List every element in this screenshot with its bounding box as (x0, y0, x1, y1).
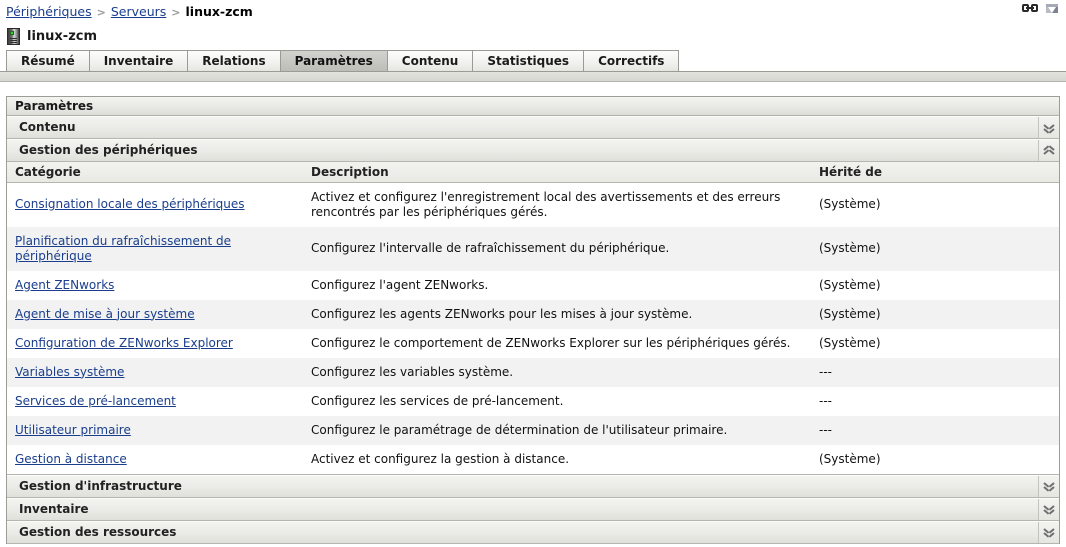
section-label: Gestion des ressources (7, 522, 1038, 543)
cell-inherited-from: (Système) (811, 227, 1059, 271)
breadcrumb: Périphériques > Serveurs > linux-zcm (6, 5, 253, 19)
column-header-description[interactable]: Description (303, 162, 811, 182)
category-link[interactable]: Planification du rafraîchissement de pér… (15, 234, 231, 263)
cell-category: Variables système (7, 358, 303, 387)
section-header-inventaire[interactable]: Inventaire (7, 498, 1059, 521)
chevron-double-up-icon[interactable] (1038, 140, 1059, 161)
page-title: linux-zcm (27, 29, 97, 44)
table-row: Gestion à distance Activez et configurez … (7, 445, 1059, 474)
category-link[interactable]: Variables système (15, 365, 124, 379)
table-row: Consignation locale des périphériques Act… (7, 182, 1059, 227)
table-row: Services de pré-lancement Configurez les … (7, 387, 1059, 416)
tab-statistiques[interactable]: Statistiques (472, 50, 584, 71)
cell-description: Configurez l'intervalle de rafraîchissem… (303, 227, 811, 271)
cell-category: Agent ZENworks (7, 271, 303, 300)
cell-category: Planification du rafraîchissement de pér… (7, 227, 303, 271)
column-header-inherited[interactable]: Hérité de (811, 162, 1059, 182)
section-header-gestion-dinfrastructure[interactable]: Gestion d'infrastructure (7, 475, 1059, 498)
cell-inherited-from: (Système) (811, 445, 1059, 474)
filter-dropdown-icon[interactable] (1046, 4, 1058, 13)
cell-inherited-from: (Système) (811, 182, 1059, 227)
cell-description: Configurez le comportement de ZENworks E… (303, 329, 811, 358)
section-header-contenu[interactable]: Contenu (7, 116, 1059, 139)
category-link[interactable]: Gestion à distance (15, 452, 127, 466)
header-icons (1022, 3, 1058, 13)
tab-inventaire[interactable]: Inventaire (89, 50, 189, 71)
chevron-double-down-icon[interactable] (1038, 117, 1059, 138)
chevron-double-down-icon[interactable] (1038, 499, 1059, 520)
cell-description: Configurez les variables système. (303, 358, 811, 387)
panel-title: Paramètres (7, 97, 1059, 116)
tab-correctifs[interactable]: Correctifs (583, 50, 679, 71)
cell-category: Configuration de ZENworks Explorer (7, 329, 303, 358)
tab-r-sum-[interactable]: Résumé (6, 50, 90, 71)
server-icon (7, 28, 20, 45)
cell-inherited-from: --- (811, 358, 1059, 387)
cell-inherited-from: (Système) (811, 300, 1059, 329)
cell-category: Services de pré-lancement (7, 387, 303, 416)
cell-inherited-from: (Système) (811, 271, 1059, 300)
section-label: Contenu (7, 117, 1038, 138)
cell-category: Utilisateur primaire (7, 416, 303, 445)
category-link[interactable]: Agent de mise à jour système (15, 307, 195, 321)
cell-category: Consignation locale des périphériques (7, 182, 303, 227)
breadcrumb-separator: > (171, 6, 180, 19)
breadcrumb-bar: Périphériques > Serveurs > linux-zcm (0, 0, 1066, 20)
category-link[interactable]: Utilisateur primaire (15, 423, 131, 437)
breadcrumb-link[interactable]: Serveurs (111, 4, 166, 19)
breadcrumb-current: linux-zcm (186, 4, 253, 19)
cell-description: Configurez le paramétrage de déterminati… (303, 416, 811, 445)
category-link[interactable]: Services de pré-lancement (15, 394, 176, 408)
section-header-gestion-des-ressources[interactable]: Gestion des ressources (7, 521, 1059, 544)
cell-description: Activez et configurez la gestion à dista… (303, 445, 811, 474)
tab-contenu[interactable]: Contenu (387, 50, 474, 71)
cell-inherited-from: --- (811, 416, 1059, 445)
column-header-category[interactable]: Catégorie (7, 162, 303, 182)
section-label: Inventaire (7, 499, 1038, 520)
chevron-double-down-icon[interactable] (1038, 522, 1059, 543)
table-row: Planification du rafraîchissement de pér… (7, 227, 1059, 271)
link-icon[interactable] (1022, 3, 1038, 13)
settings-panel: Paramètres Contenu Gestion des périphéri… (6, 96, 1060, 544)
section-label: Gestion des périphériques (7, 140, 1038, 161)
table-row: Configuration de ZENworks Explorer Config… (7, 329, 1059, 358)
table-row: Agent ZENworks Configurez l'agent ZENwork… (7, 271, 1059, 300)
table-row: Agent de mise à jour système Configurez l… (7, 300, 1059, 329)
cell-inherited-from: --- (811, 387, 1059, 416)
cell-description: Configurez les services de pré-lancement… (303, 387, 811, 416)
chevron-double-down-icon[interactable] (1038, 476, 1059, 497)
breadcrumb-link[interactable]: Périphériques (6, 4, 92, 19)
section-header-gestion-des-peripheriques[interactable]: Gestion des périphériques (7, 139, 1059, 162)
tab-relations[interactable]: Relations (187, 50, 280, 71)
cell-description: Configurez les agents ZENworks pour les … (303, 300, 811, 329)
table-header-row: Catégorie Description Hérité de (7, 162, 1059, 182)
tab-bar: RésuméInventaireRelationsParamètresConte… (0, 50, 1066, 72)
section-label: Gestion d'infrastructure (7, 476, 1038, 497)
settings-table: Catégorie Description Hérité de Consigna… (7, 162, 1059, 474)
cell-inherited-from: (Système) (811, 329, 1059, 358)
table-row: Utilisateur primaire Configurez le paramé… (7, 416, 1059, 445)
breadcrumb-separator: > (97, 6, 106, 19)
page-title-row: linux-zcm (0, 24, 1066, 48)
tab-underbar (0, 72, 1066, 82)
category-link[interactable]: Agent ZENworks (15, 278, 114, 292)
category-link[interactable]: Consignation locale des périphériques (15, 197, 245, 211)
cell-description: Activez et configurez l'enregistrement l… (303, 182, 811, 227)
cell-category: Gestion à distance (7, 445, 303, 474)
cell-description: Configurez l'agent ZENworks. (303, 271, 811, 300)
table-row: Variables système Configurez les variable… (7, 358, 1059, 387)
category-link[interactable]: Configuration de ZENworks Explorer (15, 336, 233, 350)
tab-param-tres[interactable]: Paramètres (280, 50, 388, 71)
cell-category: Agent de mise à jour système (7, 300, 303, 329)
